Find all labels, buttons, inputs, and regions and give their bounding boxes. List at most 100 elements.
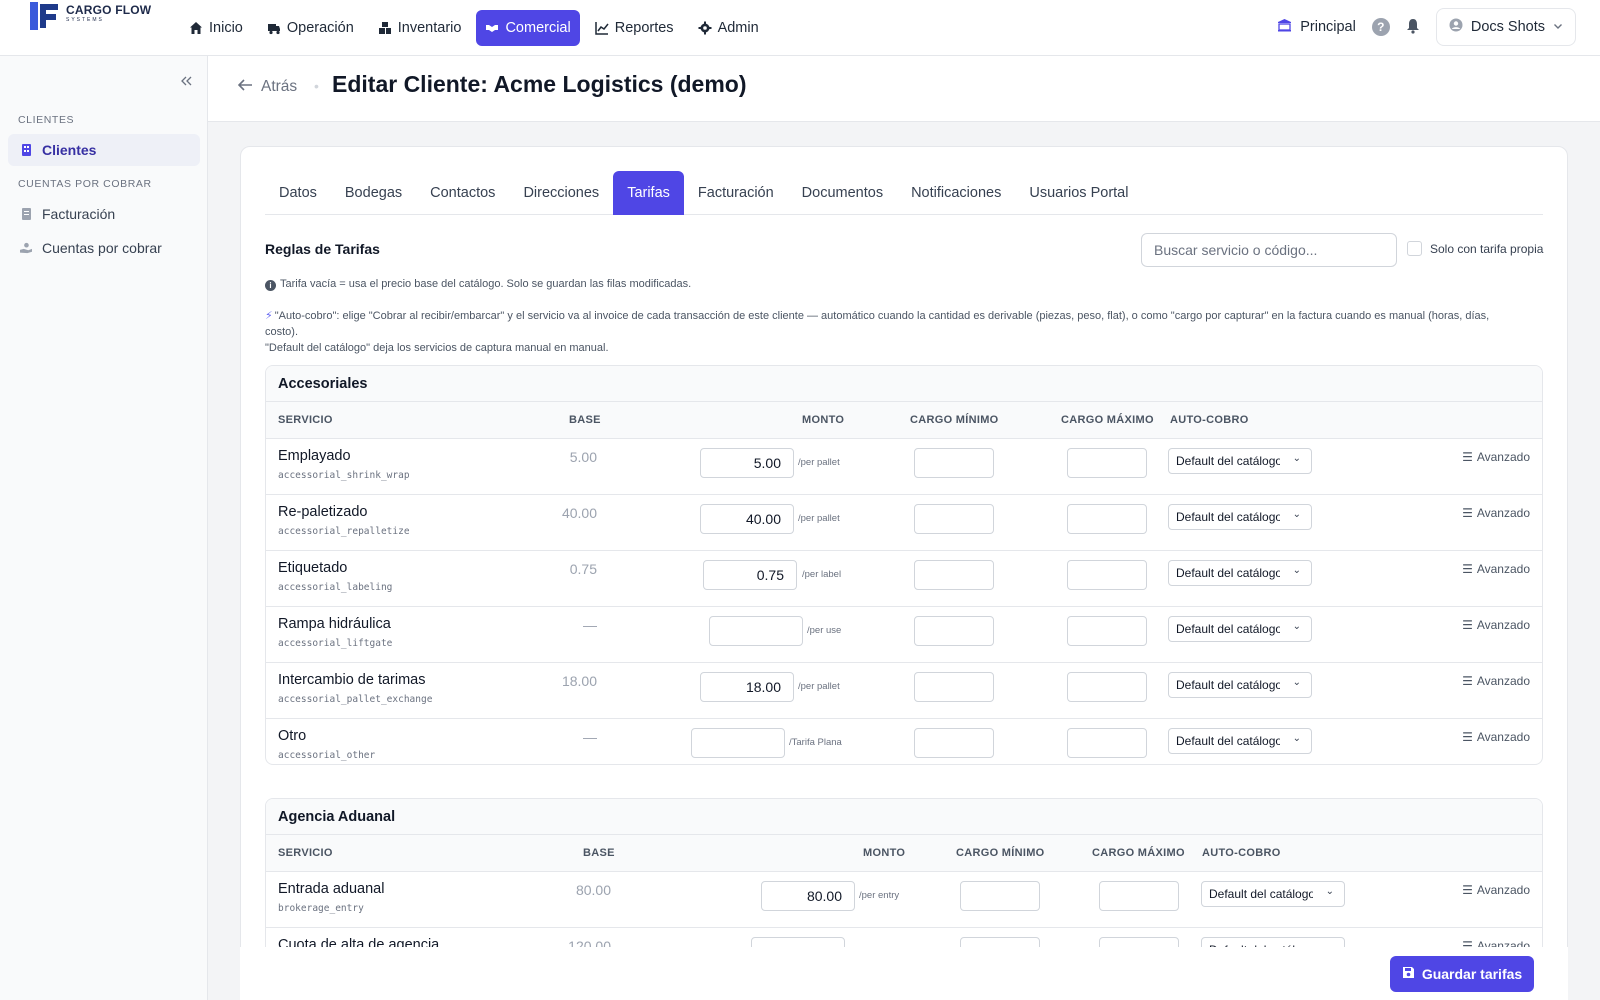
tab-bodegas[interactable]: Bodegas [331,171,416,215]
advanced-label: Avanzado [1476,674,1530,688]
sliders-icon: ☰ [1462,562,1473,576]
nav-reportes[interactable]: Reportes [586,10,683,46]
tab-tarifas[interactable]: Tarifas [613,171,684,215]
min-charge-input[interactable] [914,504,994,534]
nav-comercial[interactable]: Comercial [476,10,580,46]
tab-datos[interactable]: Datos [265,171,331,215]
back-button[interactable]: Atrás [237,78,297,96]
help-icon[interactable]: ? [1371,18,1390,36]
max-charge-input[interactable] [1067,728,1147,758]
sidebar-item-cuentas-por-cobrar[interactable]: Cuentas por cobrar [8,232,200,264]
advanced-button[interactable]: ☰ Avanzado [1462,562,1530,576]
base-value: 5.00 [569,449,597,465]
min-charge-input[interactable] [914,616,994,646]
advanced-button[interactable]: ☰ Avanzado [1462,506,1530,520]
advanced-button[interactable]: ☰ Avanzado [1462,674,1530,688]
amount-input[interactable] [700,504,794,534]
advanced-button[interactable]: ☰ Avanzado [1462,730,1530,744]
sidebar-item-clientes[interactable]: Clientes [8,134,200,166]
nav-operacion[interactable]: Operación [258,10,363,46]
auto-charge-select[interactable]: Default del catálogo ⌄ [1168,448,1312,474]
service-name: Emplayado [278,448,351,464]
col-servicio: SERVICIO [278,414,333,426]
unit-label: /per pallet [798,513,840,524]
service-search-input[interactable] [1141,233,1397,267]
min-charge-input[interactable] [914,672,994,702]
max-charge-input[interactable] [1067,560,1147,590]
boxes-icon [378,21,392,35]
page-title: Editar Cliente: Acme Logistics (demo) [332,71,747,97]
breadcrumb-separator: • [314,78,319,94]
advanced-button[interactable]: ☰ Avanzado [1462,618,1530,632]
col-monto: MONTO [802,414,845,426]
tab-usuarios-portal[interactable]: Usuarios Portal [1015,171,1142,215]
auto-charge-select[interactable]: Default del catálogo ⌄ [1168,504,1312,530]
save-icon [1402,966,1415,982]
logo[interactable]: CARGO FLOW SYSTEMS [28,0,151,34]
sidebar-item-label: Cuentas por cobrar [42,240,162,256]
nav-inventario[interactable]: Inventario [369,10,471,46]
amount-input[interactable] [700,672,794,702]
amount-input[interactable] [700,448,794,478]
service-name: Entrada aduanal [278,881,385,897]
autocharge-text-2: "Default del catálogo" deja los servicio… [265,342,609,354]
max-charge-input[interactable] [1067,616,1147,646]
own-rate-filter[interactable]: Solo con tarifa propia [1407,241,1543,256]
autocharge-text-1: "Auto-cobro": elige "Cobrar al recibir/e… [265,310,1490,338]
advanced-label: Avanzado [1476,883,1530,897]
tab-bar: Datos Bodegas Contactos Direcciones Tari… [265,171,1543,215]
min-charge-input[interactable] [914,560,994,590]
advanced-button[interactable]: ☰ Avanzado [1462,450,1530,464]
table-header: SERVICIO BASE MONTO CARGO MÍNIMO CARGO M… [266,835,1542,872]
base-value: — [583,729,597,745]
auto-charge-select[interactable]: Default del catálogo ⌄ [1201,881,1345,907]
max-charge-input[interactable] [1099,881,1179,911]
max-charge-input[interactable] [1067,672,1147,702]
chevron-down-icon: ⌄ [1292,453,1301,464]
tab-documentos[interactable]: Documentos [788,171,897,215]
unit-label: /per pallet [798,457,840,468]
col-base: BASE [583,847,615,859]
sidebar-item-facturacion[interactable]: Facturación [8,198,200,230]
auto-charge-select[interactable]: Default del catálogo ⌄ [1168,616,1312,642]
save-rates-button[interactable]: Guardar tarifas [1390,956,1534,992]
service-name: Otro [278,728,307,744]
amount-input[interactable] [691,728,785,758]
nav-admin[interactable]: Admin [689,10,768,46]
sidebar-item-label: Clientes [42,142,97,158]
advanced-button[interactable]: ☰ Avanzado [1462,883,1530,897]
collapse-sidebar-icon[interactable] [180,74,192,92]
max-charge-input[interactable] [1067,504,1147,534]
max-charge-input[interactable] [1067,448,1147,478]
auto-charge-select[interactable]: Default del catálogo ⌄ [1168,728,1312,754]
auto-charge-select[interactable]: Default del catálogo ⌄ [1168,560,1312,586]
unit-label: /per use [807,625,842,636]
sliders-icon: ☰ [1462,674,1473,688]
user-name: Docs Shots [1470,19,1545,35]
amount-input[interactable] [709,616,803,646]
handshake-icon [485,21,499,35]
min-charge-input[interactable] [914,728,994,758]
logo-title: CARGO FLOW [66,3,152,17]
nav-inicio[interactable]: Inicio [180,10,252,46]
user-menu-button[interactable]: Docs Shots [1435,8,1576,46]
select-value: Default del catálogo [1176,566,1280,580]
tab-contactos[interactable]: Contactos [416,171,509,215]
tab-notificaciones[interactable]: Notificaciones [897,171,1015,215]
select-value: Default del catálogo [1176,454,1280,468]
tab-direcciones[interactable]: Direcciones [509,171,613,215]
building-icon [1277,18,1292,36]
advanced-label: Avanzado [1476,618,1530,632]
amount-input[interactable] [761,881,855,911]
table-row: Re-paletizado accessorial_repalletize 40… [266,495,1542,551]
service-name: Etiquetado [278,560,348,576]
bell-icon[interactable] [1406,18,1420,37]
branch-selector[interactable]: Principal [1277,18,1356,36]
auto-charge-select[interactable]: Default del catálogo ⌄ [1168,672,1312,698]
amount-input[interactable] [703,560,797,590]
service-code: accessorial_shrink_wrap [278,470,410,481]
own-rate-checkbox[interactable] [1407,241,1422,256]
min-charge-input[interactable] [914,448,994,478]
tab-facturacion[interactable]: Facturación [684,171,788,215]
min-charge-input[interactable] [960,881,1040,911]
